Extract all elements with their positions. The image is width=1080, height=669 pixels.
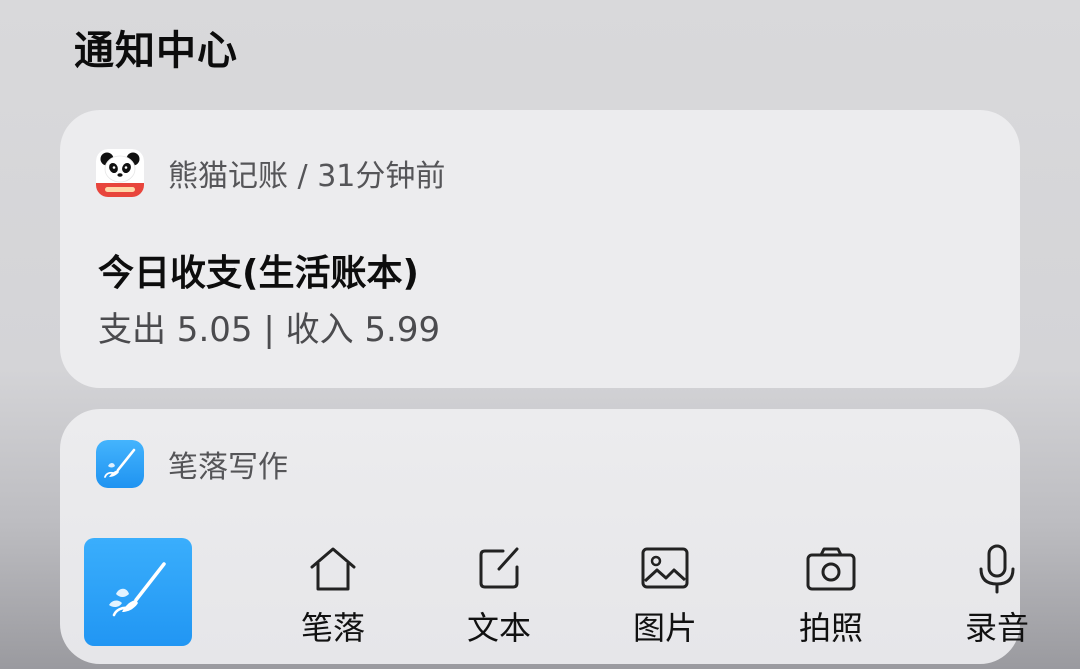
notification-app-header: 笔落写作 [96, 439, 288, 489]
action-image[interactable]: 图片 [605, 543, 725, 649]
action-label: 拍照 [798, 609, 863, 647]
panda-icon [96, 149, 144, 197]
camera-icon [806, 547, 856, 591]
notification-time: 31分钟前 [317, 159, 446, 194]
notification-app-header: 熊猫记账 / 31分钟前 [96, 148, 445, 198]
open-app-button[interactable] [84, 538, 192, 646]
brush-icon [96, 440, 144, 488]
notification-title: 今日收支(生活账本) [98, 253, 419, 294]
quick-actions: 笔落 文本 图片 拍照 录音 [84, 538, 1029, 649]
notification-center-title: 通知中心 [74, 28, 238, 74]
action-camera[interactable]: 拍照 [771, 543, 891, 649]
notification-card-writing[interactable]: 笔落写作 笔落 文本 图片 拍照 录音 [60, 409, 1029, 664]
header-separator: / [297, 159, 308, 194]
action-label: 录音 [964, 609, 1029, 647]
action-text[interactable]: 文本 [439, 543, 559, 649]
notification-card-panda[interactable]: 熊猫记账 / 31分钟前 今日收支(生活账本) 支出 5.05 | 收入 5.9… [60, 110, 1020, 388]
action-biluo[interactable]: 笔落 [273, 543, 393, 649]
image-icon [641, 547, 689, 589]
edit-icon [479, 547, 519, 589]
action-label: 图片 [632, 609, 697, 647]
app-name: 笔落写作 [168, 450, 288, 485]
app-name: 熊猫记账 [168, 159, 288, 194]
notification-body: 支出 5.05 | 收入 5.99 [98, 310, 441, 350]
microphone-icon [979, 544, 1015, 594]
brush-icon [109, 562, 166, 617]
action-label: 文本 [466, 609, 531, 647]
action-record[interactable]: 录音 [937, 543, 1057, 649]
home-icon [310, 547, 356, 591]
action-label: 笔落 [300, 609, 365, 647]
